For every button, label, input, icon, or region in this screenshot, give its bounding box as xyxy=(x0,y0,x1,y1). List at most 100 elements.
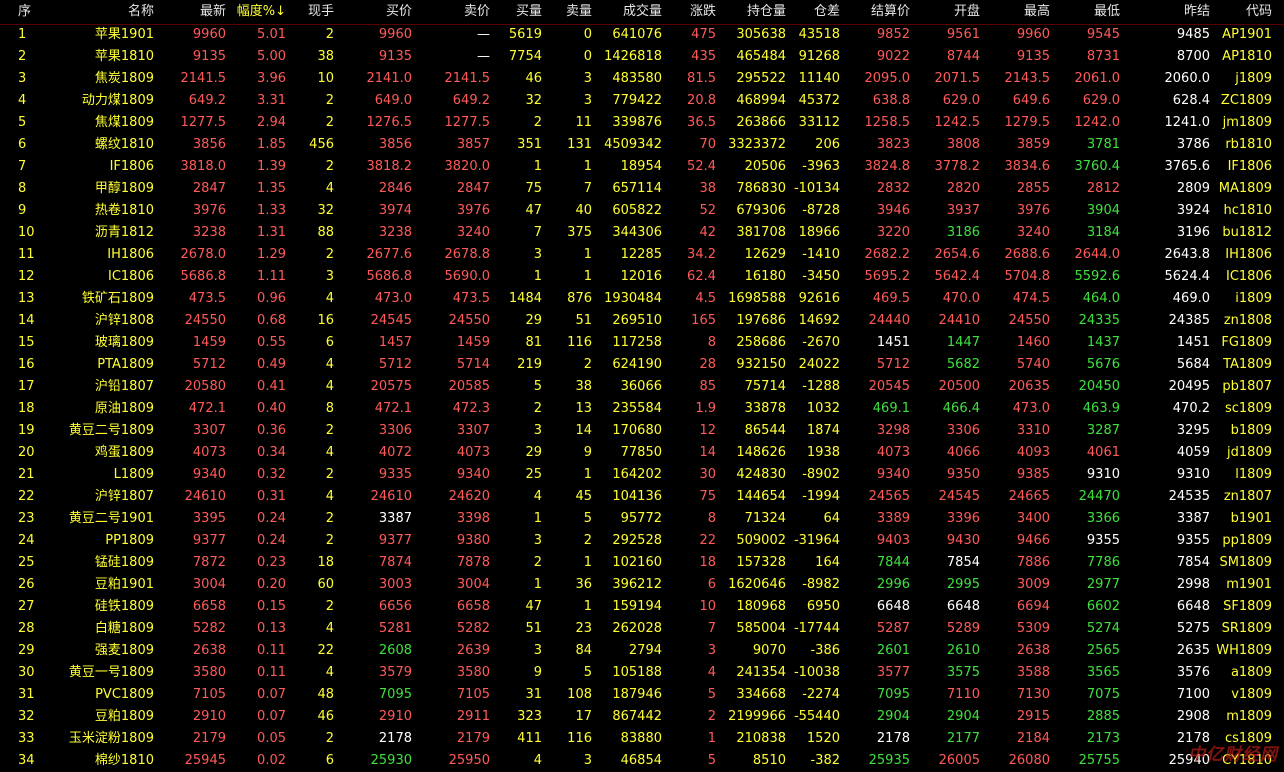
cell-bid_qty[interactable]: 9 xyxy=(494,662,542,684)
cell-bid_qty[interactable]: 5619 xyxy=(494,24,542,46)
cell-ask_qty[interactable]: 3 xyxy=(546,90,592,112)
cell-change[interactable]: 62.4 xyxy=(666,266,716,288)
cell-change[interactable]: 85 xyxy=(666,376,716,398)
cell-open[interactable]: 2071.5 xyxy=(914,68,981,90)
cell-bid_qty[interactable]: 1 xyxy=(494,574,542,596)
cell-volume[interactable]: 36066 xyxy=(596,376,662,398)
cell-oi_diff[interactable]: -8902 xyxy=(790,464,840,486)
cell-settle[interactable]: 2601 xyxy=(846,640,910,662)
cell-volume[interactable]: 95772 xyxy=(596,508,662,530)
cell-oi_diff[interactable]: 11140 xyxy=(790,68,840,90)
cell-last[interactable]: 5282 xyxy=(160,618,226,640)
cell-vol_now[interactable]: 4 xyxy=(290,354,334,376)
cell-low[interactable]: 5592.6 xyxy=(1054,266,1121,288)
cell-name[interactable]: 黄豆二号1901 xyxy=(50,508,154,530)
cell-pct[interactable]: 3.31 xyxy=(232,90,286,112)
cell-last[interactable]: 9960 xyxy=(160,24,226,46)
cell-pct[interactable]: 3.96 xyxy=(232,68,286,90)
cell-high[interactable]: 9960 xyxy=(984,24,1050,46)
cell-name[interactable]: 沪锌1807 xyxy=(50,486,154,508)
cell-oi_diff[interactable]: 14692 xyxy=(790,310,840,332)
cell-pct[interactable]: 2.94 xyxy=(232,112,286,134)
cell-volume[interactable]: 262028 xyxy=(596,618,662,640)
cell-bid_qty[interactable]: 1 xyxy=(494,266,542,288)
cell-oi_diff[interactable]: -1288 xyxy=(790,376,840,398)
cell-ask_qty[interactable]: 108 xyxy=(546,684,592,706)
cell-prev[interactable]: 24535 xyxy=(1140,486,1210,508)
cell-last[interactable]: 4073 xyxy=(160,442,226,464)
cell-pct[interactable]: 0.55 xyxy=(232,332,286,354)
cell-low[interactable]: 9355 xyxy=(1054,530,1120,552)
cell-ask_qty[interactable]: 131 xyxy=(546,134,592,156)
cell-ask[interactable]: — xyxy=(418,46,490,68)
cell-low[interactable]: 2812 xyxy=(1054,178,1120,200)
cell-pct[interactable]: 0.36 xyxy=(232,420,286,442)
cell-open[interactable]: 2654.6 xyxy=(914,244,981,266)
cell-prev[interactable]: 2635 xyxy=(1140,640,1210,662)
cell-oi[interactable]: 148626 xyxy=(720,442,786,464)
cell-open[interactable]: 3937 xyxy=(914,200,980,222)
cell-high[interactable]: 2184 xyxy=(984,728,1050,750)
cell-bid[interactable]: 3579 xyxy=(340,662,412,684)
cell-last[interactable]: 2179 xyxy=(160,728,226,750)
cell-ask_qty[interactable]: 17 xyxy=(546,706,592,728)
cell-high[interactable]: 3009 xyxy=(984,574,1050,596)
cell-volume[interactable]: 483580 xyxy=(596,68,662,90)
cell-name[interactable]: 动力煤1809 xyxy=(50,90,154,112)
cell-volume[interactable]: 102160 xyxy=(596,552,662,574)
cell-name[interactable]: 焦煤1809 xyxy=(50,112,154,134)
cell-oi[interactable]: 86544 xyxy=(720,420,786,442)
cell-ask[interactable]: 2141.5 xyxy=(418,68,491,90)
cell-ask[interactable]: 5282 xyxy=(418,618,490,640)
cell-prev[interactable]: 2809 xyxy=(1140,178,1210,200)
cell-bid[interactable]: 649.0 xyxy=(340,90,412,112)
cell-oi[interactable]: 241354 xyxy=(720,662,786,684)
cell-open[interactable]: 5642.4 xyxy=(914,266,981,288)
cell-code[interactable]: pb1807 xyxy=(1212,376,1272,398)
cell-bid_qty[interactable]: 4 xyxy=(494,486,542,508)
cell-change[interactable]: 475 xyxy=(666,24,716,46)
cell-oi[interactable]: 75714 xyxy=(720,376,786,398)
cell-high[interactable]: 20635 xyxy=(984,376,1050,398)
cell-open[interactable]: 2904 xyxy=(914,706,980,728)
cell-prev[interactable]: 5624.4 xyxy=(1140,266,1211,288)
cell-change[interactable]: 435 xyxy=(666,46,716,68)
cell-pct[interactable]: 0.20 xyxy=(232,574,286,596)
cell-name[interactable]: 原油1809 xyxy=(50,398,154,420)
cell-ask_qty[interactable]: 51 xyxy=(546,310,592,332)
cell-pct[interactable]: 0.41 xyxy=(232,376,286,398)
cell-code[interactable]: b1901 xyxy=(1212,508,1272,530)
cell-oi_diff[interactable]: -55440 xyxy=(790,706,840,728)
cell-code[interactable]: m1901 xyxy=(1212,574,1272,596)
cell-oi[interactable]: 381708 xyxy=(720,222,786,244)
cell-open[interactable]: 1242.5 xyxy=(914,112,981,134)
cell-code[interactable]: SF1809 xyxy=(1212,596,1272,618)
header-volume[interactable]: 成交量 xyxy=(596,0,662,24)
cell-oi[interactable]: 144654 xyxy=(720,486,786,508)
cell-code[interactable]: SM1809 xyxy=(1212,552,1272,574)
cell-open[interactable]: 24545 xyxy=(914,486,980,508)
cell-prev[interactable]: 9355 xyxy=(1140,530,1210,552)
cell-open[interactable]: 466.4 xyxy=(914,398,980,420)
cell-ask[interactable]: 473.5 xyxy=(418,288,490,310)
cell-bid[interactable]: 24610 xyxy=(340,486,412,508)
cell-volume[interactable]: 779422 xyxy=(596,90,662,112)
cell-settle[interactable]: 24440 xyxy=(846,310,910,332)
cell-ask_qty[interactable]: 36 xyxy=(546,574,592,596)
cell-bid_qty[interactable]: 29 xyxy=(494,442,542,464)
header-low[interactable]: 最低 xyxy=(1054,0,1120,24)
cell-change[interactable]: 81.5 xyxy=(666,68,716,90)
cell-last[interactable]: 2141.5 xyxy=(160,68,227,90)
cell-last[interactable]: 6658 xyxy=(160,596,226,618)
cell-oi[interactable]: 20506 xyxy=(720,156,786,178)
cell-name[interactable]: 玉米淀粉1809 xyxy=(50,728,154,750)
cell-name[interactable]: IC1806 xyxy=(50,266,154,288)
cell-low[interactable]: 6602 xyxy=(1054,596,1120,618)
cell-code[interactable]: m1809 xyxy=(1212,706,1272,728)
cell-vol_now[interactable]: 4 xyxy=(290,288,334,310)
cell-bid_qty[interactable]: 411 xyxy=(494,728,542,750)
cell-last[interactable]: 473.5 xyxy=(160,288,226,310)
cell-bid[interactable]: 9335 xyxy=(340,464,412,486)
cell-high[interactable]: 3310 xyxy=(984,420,1050,442)
cell-low[interactable]: 2173 xyxy=(1054,728,1120,750)
